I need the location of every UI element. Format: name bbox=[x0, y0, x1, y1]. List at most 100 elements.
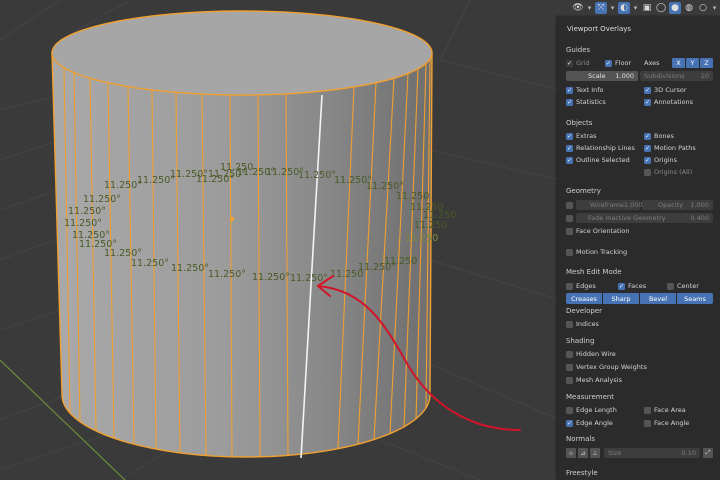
text-info-toggle[interactable]: ✓ Text Info bbox=[566, 85, 604, 95]
wireframe-field[interactable]: Wireframe 1.000 bbox=[576, 200, 643, 210]
extras-toggle[interactable]: ✓ Extras bbox=[566, 131, 597, 141]
floor-toggle[interactable]: ✓ Floor bbox=[605, 58, 631, 68]
checkbox[interactable] bbox=[566, 282, 573, 290]
constant-screen-size-icon[interactable]: ⤢ bbox=[703, 448, 713, 458]
bevel-toggle[interactable]: Bevel bbox=[640, 293, 676, 304]
visibility-icon[interactable]: 👁 bbox=[572, 2, 584, 14]
checkbox[interactable]: ✓ bbox=[644, 156, 651, 164]
motion-paths-toggle[interactable]: ✓ Motion Paths bbox=[644, 143, 696, 153]
vertex-normals-icon[interactable]: ⊹ bbox=[566, 448, 576, 458]
overlay-icon[interactable]: ◐ bbox=[618, 2, 630, 14]
section-developer: Developer bbox=[566, 307, 603, 315]
mesh-analysis-toggle[interactable]: Mesh Analysis bbox=[566, 375, 622, 385]
checkbox[interactable] bbox=[566, 350, 573, 358]
motion-paths-label: Motion Paths bbox=[654, 144, 696, 152]
checkbox[interactable] bbox=[566, 214, 573, 222]
edge-angle-toggle[interactable]: ✓ Edge Angle bbox=[566, 418, 613, 428]
normals-size-field[interactable]: Size 0.10 bbox=[604, 448, 700, 458]
solid-shading-icon[interactable]: ● bbox=[669, 2, 681, 14]
checkbox[interactable] bbox=[566, 201, 573, 209]
checkbox[interactable] bbox=[566, 406, 573, 414]
cursor-3d-toggle[interactable]: ✓ 3D Cursor bbox=[644, 85, 687, 95]
chevron-down-icon[interactable]: ▾ bbox=[711, 4, 718, 12]
seams-toggle[interactable]: Seams bbox=[677, 293, 713, 304]
checkbox[interactable]: ✓ bbox=[644, 98, 651, 106]
material-shading-icon[interactable]: ◍ bbox=[683, 2, 695, 14]
checkbox[interactable] bbox=[566, 227, 573, 235]
edge-angle-label: 11.250 bbox=[410, 202, 443, 213]
statistics-toggle[interactable]: ✓ Statistics bbox=[566, 97, 606, 107]
axis-x-toggle[interactable]: X bbox=[672, 58, 685, 68]
checkbox[interactable] bbox=[644, 419, 651, 427]
faces-label: Faces bbox=[628, 282, 647, 290]
indices-toggle[interactable]: Indices bbox=[566, 319, 599, 329]
gizmo-icon[interactable]: ⤧ bbox=[595, 2, 607, 14]
section-geometry: Geometry bbox=[566, 187, 601, 195]
xray-icon[interactable]: ▣ bbox=[641, 2, 653, 14]
origins-all-toggle[interactable]: Origins (All) bbox=[644, 167, 692, 177]
subdivisions-field[interactable]: Subdivisions 10 bbox=[640, 71, 713, 81]
edge-length-toggle[interactable]: Edge Length bbox=[566, 405, 617, 415]
checkbox[interactable] bbox=[566, 376, 573, 384]
edge-angle-label: 11.250° bbox=[252, 272, 290, 283]
center-toggle[interactable]: Center bbox=[667, 281, 699, 291]
sharp-toggle[interactable]: Sharp bbox=[603, 293, 639, 304]
axis-z-toggle[interactable]: Z bbox=[700, 58, 713, 68]
faces-toggle[interactable]: ✓ Faces bbox=[618, 281, 646, 291]
face-normals-icon[interactable]: ⊥ bbox=[590, 448, 600, 458]
vertex-group-weights-label: Vertex Group Weights bbox=[576, 363, 647, 371]
axis-y-toggle[interactable]: Y bbox=[686, 58, 699, 68]
checkbox[interactable] bbox=[566, 320, 573, 328]
vertex-group-weights-toggle[interactable]: Vertex Group Weights bbox=[566, 362, 647, 372]
checkbox[interactable] bbox=[667, 282, 674, 290]
creases-toggle[interactable]: Creases bbox=[566, 293, 602, 304]
size-value: 0.10 bbox=[681, 449, 696, 457]
chevron-down-icon[interactable]: ▾ bbox=[609, 4, 616, 12]
checkbox[interactable] bbox=[644, 406, 651, 414]
wireframe-toggle[interactable] bbox=[566, 200, 576, 210]
checkbox[interactable]: ✓ bbox=[644, 132, 651, 140]
bones-toggle[interactable]: ✓ Bones bbox=[644, 131, 674, 141]
wireframe-shading-icon[interactable]: ◯ bbox=[655, 2, 667, 14]
outline-selected-label: Outline Selected bbox=[576, 156, 630, 164]
face-angle-toggle[interactable]: Face Angle bbox=[644, 418, 689, 428]
chevron-down-icon[interactable]: ▾ bbox=[586, 4, 593, 12]
opacity-field[interactable]: Opacity 1.000 bbox=[642, 200, 713, 210]
chevron-down-icon[interactable]: ▾ bbox=[632, 4, 639, 12]
checkbox[interactable] bbox=[566, 363, 573, 371]
hidden-wire-toggle[interactable]: Hidden Wire bbox=[566, 349, 616, 359]
checkbox[interactable] bbox=[566, 248, 573, 256]
relationship-lines-toggle[interactable]: ✓ Relationship Lines bbox=[566, 143, 635, 153]
checkbox[interactable] bbox=[644, 168, 651, 176]
checkbox[interactable]: ✓ bbox=[566, 419, 573, 427]
scale-field[interactable]: Scale 1.000 bbox=[566, 71, 638, 81]
motion-tracking-toggle[interactable]: Motion Tracking bbox=[566, 247, 627, 257]
annotations-label: Annotations bbox=[654, 98, 694, 106]
annotations-toggle[interactable]: ✓ Annotations bbox=[644, 97, 693, 107]
wireframe-value: 1.000 bbox=[623, 201, 643, 209]
checkbox[interactable]: ✓ bbox=[566, 144, 573, 152]
checkbox[interactable]: ✓ bbox=[566, 59, 573, 67]
edge-angle-label: 11.250° bbox=[196, 174, 234, 185]
checkbox[interactable]: ✓ bbox=[644, 86, 651, 94]
checkbox[interactable]: ✓ bbox=[566, 132, 573, 140]
grid-toggle[interactable]: ✓ Grid bbox=[566, 58, 590, 68]
checkbox[interactable]: ✓ bbox=[644, 144, 651, 152]
face-area-toggle[interactable]: Face Area bbox=[644, 405, 686, 415]
checkbox[interactable]: ✓ bbox=[566, 156, 573, 164]
checkbox[interactable]: ✓ bbox=[605, 59, 612, 67]
origins-toggle[interactable]: ✓ Origins bbox=[644, 155, 677, 165]
outline-selected-toggle[interactable]: ✓ Outline Selected bbox=[566, 155, 630, 165]
fade-inactive-field[interactable]: Fade Inactive Geometry 0.400 bbox=[576, 213, 713, 223]
edge-angle-label: Edge Angle bbox=[576, 419, 613, 427]
rendered-shading-icon[interactable]: ○ bbox=[697, 2, 709, 14]
face-orientation-toggle[interactable]: Face Orientation bbox=[566, 226, 629, 236]
edges-toggle[interactable]: Edges bbox=[566, 281, 596, 291]
fade-label: Fade Inactive Geometry bbox=[588, 214, 666, 222]
checkbox[interactable]: ✓ bbox=[566, 98, 573, 106]
split-normals-icon[interactable]: ⊿ bbox=[578, 448, 588, 458]
checkbox[interactable]: ✓ bbox=[618, 282, 625, 290]
fade-toggle[interactable] bbox=[566, 213, 576, 223]
checkbox[interactable]: ✓ bbox=[566, 86, 573, 94]
edge-angle-label: 11.250° bbox=[137, 175, 175, 186]
